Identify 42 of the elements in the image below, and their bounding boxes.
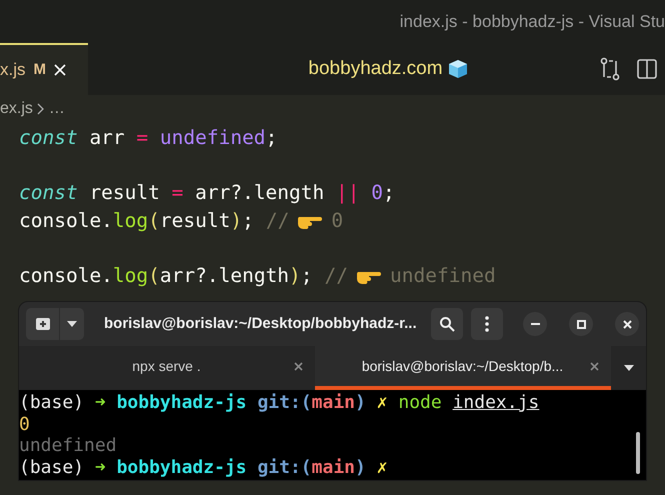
maximize-icon — [576, 320, 586, 328]
terminal-tab[interactable]: borislav@borislav:~/Desktop/b... — [315, 346, 611, 390]
new-tab-icon — [34, 317, 50, 331]
code-text: const result = arr?.length || 0; — [19, 180, 395, 206]
terminal-line: 0 — [19, 414, 30, 435]
close-icon — [622, 320, 632, 328]
comment-marker: // — [324, 262, 348, 288]
window-title: index.js - bobbyhadz-js - Visual Stu — [400, 10, 665, 33]
comment-marker: // — [266, 208, 290, 234]
compare-changes-icon[interactable] — [599, 57, 621, 81]
breadcrumb-file[interactable]: ex.js — [0, 97, 33, 121]
tab-label: borislav@borislav:~/Desktop/b... — [360, 356, 564, 376]
banner-text: bobbyhadz.com — [308, 56, 443, 81]
terminal-line: undefined — [19, 435, 117, 456]
search-icon — [439, 316, 455, 332]
code-text: console.log(arr?.length); — [19, 262, 313, 288]
minimize-button[interactable] — [523, 312, 547, 336]
cube-icon — [446, 58, 469, 80]
close-button[interactable] — [615, 312, 639, 336]
chevron-right-icon — [36, 103, 45, 115]
code-text: const arr = undefined; — [19, 125, 278, 151]
minimize-icon — [530, 323, 540, 325]
comment-text: undefined — [390, 262, 496, 288]
menu-icon — [485, 316, 489, 332]
comment-text: 0 — [331, 208, 344, 234]
breadcrumb-more[interactable]: … — [48, 97, 65, 121]
caret-icon[interactable] — [624, 365, 634, 371]
terminal-tab[interactable]: npx serve . — [19, 346, 315, 390]
terminal-line: (base) ➜ bobbyhadz-js git:(main) ✗ — [19, 456, 388, 478]
terminal-line: (base) ➜ bobbyhadz-js git:(main) ✗ node index.js — [19, 392, 540, 414]
maximize-button[interactable] — [569, 312, 593, 336]
editor-tab[interactable]: x.js M — [0, 43, 88, 95]
scrollbar[interactable] — [636, 432, 640, 474]
caret-icon — [67, 321, 77, 327]
code-text: console.log(result); — [19, 208, 254, 234]
modified-status: M — [34, 60, 46, 80]
menu-button[interactable] — [471, 308, 503, 340]
tab-filename: x.js — [0, 59, 26, 82]
tab-label: npx serve . — [131, 356, 202, 376]
split-editor-icon[interactable] — [637, 59, 657, 79]
search-button[interactable] — [431, 308, 463, 340]
terminal-title: borislav@borislav:~/Desktop/bobbyhadz-r... — [104, 314, 418, 334]
